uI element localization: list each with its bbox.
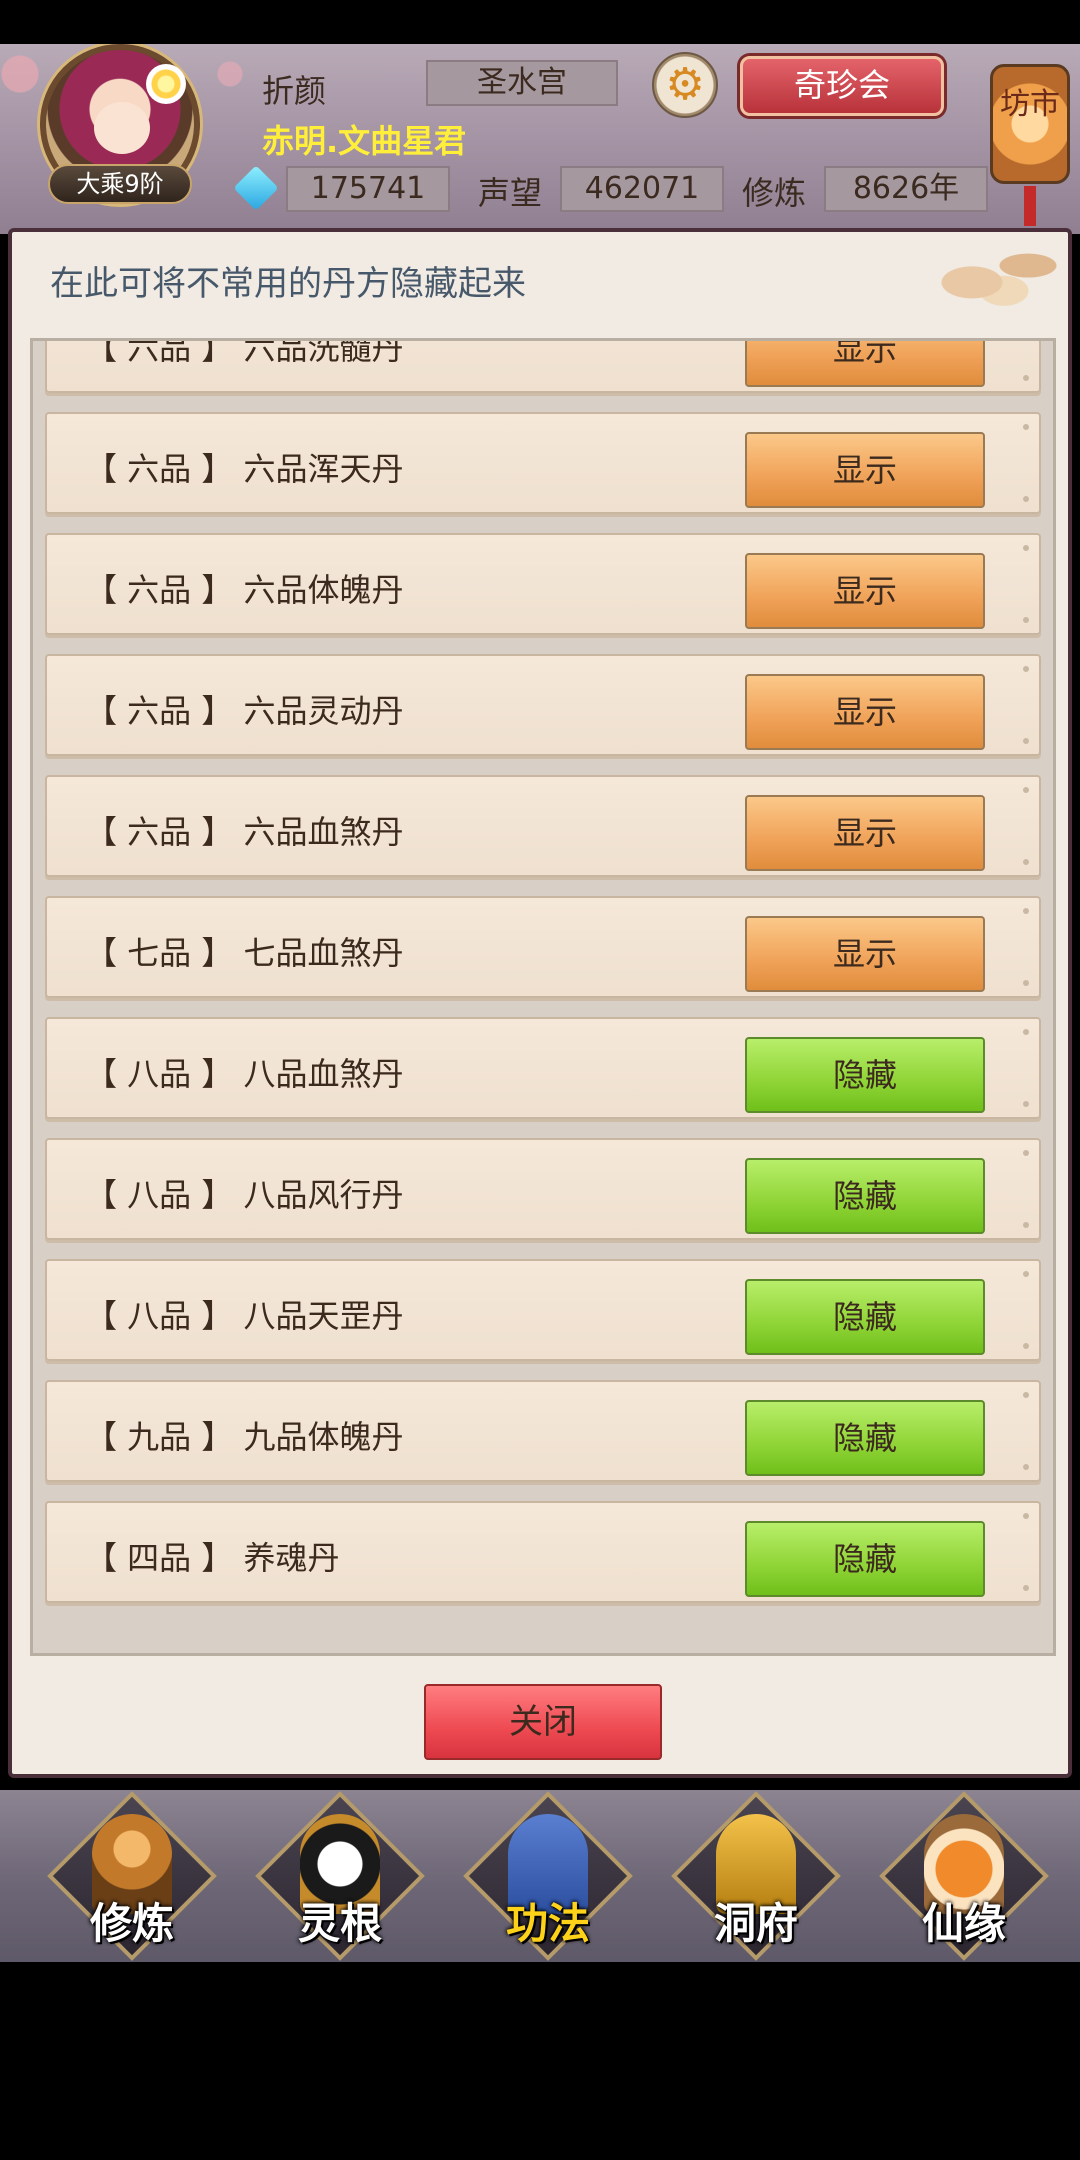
cloud-decoration — [908, 232, 1068, 316]
lantern-label: 坊市 — [1000, 87, 1060, 122]
avatar-face — [94, 102, 150, 154]
player-title: 赤明.文曲星君 — [262, 122, 467, 160]
nav-item-2[interactable]: 灵根 — [255, 1791, 425, 1961]
show-button[interactable]: 显示 — [745, 432, 985, 508]
hide-button[interactable]: 隐藏 — [745, 1400, 985, 1476]
cultivation-value: 8626年 — [824, 166, 988, 212]
hide-button[interactable]: 隐藏 — [745, 1158, 985, 1234]
recipe-row: 【 六品 】 六品浑天丹 显示 — [45, 412, 1041, 514]
recipe-row: 【 八品 】 八品风行丹 隐藏 — [45, 1138, 1041, 1240]
recipe-name: 【 七品 】 七品血煞丹 — [85, 934, 404, 972]
recipe-row: 【 六品 】 六品血煞丹 显示 — [45, 775, 1041, 877]
status-bar — [0, 0, 1080, 44]
recipe-name: 【 六品 】 六品灵动丹 — [85, 692, 404, 730]
show-button[interactable]: 显示 — [745, 341, 985, 387]
close-button[interactable]: 关闭 — [424, 1684, 662, 1760]
dialog-hint: 在此可将不常用的丹方隐藏起来 — [50, 264, 526, 304]
recipe-row: 【 四品 】 养魂丹 隐藏 — [45, 1501, 1041, 1603]
recipe-row: 【 六品 】 六品洗髓丹 显示 — [45, 338, 1041, 393]
recipe-row: 【 八品 】 八品天罡丹 隐藏 — [45, 1259, 1041, 1361]
show-button[interactable]: 显示 — [745, 795, 985, 871]
spirit-stone-count: 175741 — [286, 166, 450, 212]
nav-item-5[interactable]: 仙缘 — [879, 1791, 1049, 1961]
recipe-row: 【 六品 】 六品灵动丹 显示 — [45, 654, 1041, 756]
recipe-name: 【 六品 】 六品体魄丹 — [85, 571, 404, 609]
recipe-name: 【 八品 】 八品天罡丹 — [85, 1297, 404, 1335]
nav-item-3[interactable]: 功法 — [463, 1791, 633, 1961]
recipe-list[interactable]: 【 六品 】 六品洗髓丹 显示【 六品 】 六品浑天丹 显示【 六品 】 六品体魄丹… — [30, 338, 1056, 1656]
recipe-row: 【 八品 】 八品血煞丹 隐藏 — [45, 1017, 1041, 1119]
treasure-fair-button[interactable]: 奇珍会 — [740, 56, 944, 116]
lantern-icon: 坊市 — [990, 64, 1070, 184]
recipe-name: 【 六品 】 六品浑天丹 — [85, 450, 404, 488]
recipe-name: 【 四品 】 养魂丹 — [85, 1539, 340, 1577]
bottom-nav: 修炼 灵根 功法 洞府 仙缘 — [0, 1790, 1080, 1962]
nav-label: 洞府 — [713, 1899, 798, 1948]
sect-name: 圣水宫 — [426, 60, 618, 106]
bottom-blank — [0, 1962, 1080, 2160]
show-button[interactable]: 显示 — [745, 674, 985, 750]
lantern-tassel — [1024, 186, 1036, 226]
recipe-name: 【 八品 】 八品血煞丹 — [85, 1055, 404, 1093]
nav-label: 功法 — [505, 1899, 590, 1948]
market-lantern-button[interactable]: 坊市 — [990, 44, 1070, 226]
show-button[interactable]: 显示 — [745, 916, 985, 992]
flower-icon — [146, 64, 186, 104]
recipe-name: 【 六品 】 六品洗髓丹 — [85, 338, 404, 367]
nav-label: 灵根 — [297, 1899, 382, 1948]
nav-label: 仙缘 — [921, 1899, 1006, 1948]
spirit-stone-icon — [233, 165, 279, 211]
rank-badge: 大乘9阶 — [48, 164, 192, 204]
hide-button[interactable]: 隐藏 — [745, 1037, 985, 1113]
gear-icon[interactable]: ⚙ — [652, 52, 718, 118]
recipe-row: 【 七品 】 七品血煞丹 显示 — [45, 896, 1041, 998]
nav-item-1[interactable]: 修炼 — [47, 1791, 217, 1961]
reputation-label: 声望 — [478, 174, 543, 212]
hide-button[interactable]: 隐藏 — [745, 1521, 985, 1597]
hide-button[interactable]: 隐藏 — [745, 1279, 985, 1355]
nav-item-4[interactable]: 洞府 — [671, 1791, 841, 1961]
cultivation-label: 修炼 — [742, 174, 807, 212]
recipe-row: 【 六品 】 六品体魄丹 显示 — [45, 533, 1041, 635]
reputation-value: 462071 — [560, 166, 724, 212]
recipe-name: 【 九品 】 九品体魄丹 — [85, 1418, 404, 1456]
player-header: 大乘9阶 折颜 圣水宫 ⚙ 奇珍会 坊市 赤明.文曲星君 175741 声望 4… — [0, 44, 1080, 234]
recipe-name: 【 八品 】 八品风行丹 — [85, 1176, 404, 1214]
recipe-visibility-dialog: 在此可将不常用的丹方隐藏起来 【 六品 】 六品洗髓丹 显示【 六品 】 六品浑天… — [8, 228, 1072, 1778]
player-name: 折颜 — [262, 72, 327, 110]
recipe-row: 【 九品 】 九品体魄丹 隐藏 — [45, 1380, 1041, 1482]
nav-label: 修炼 — [89, 1899, 174, 1948]
recipe-name: 【 六品 】 六品血煞丹 — [85, 813, 404, 851]
show-button[interactable]: 显示 — [745, 553, 985, 629]
